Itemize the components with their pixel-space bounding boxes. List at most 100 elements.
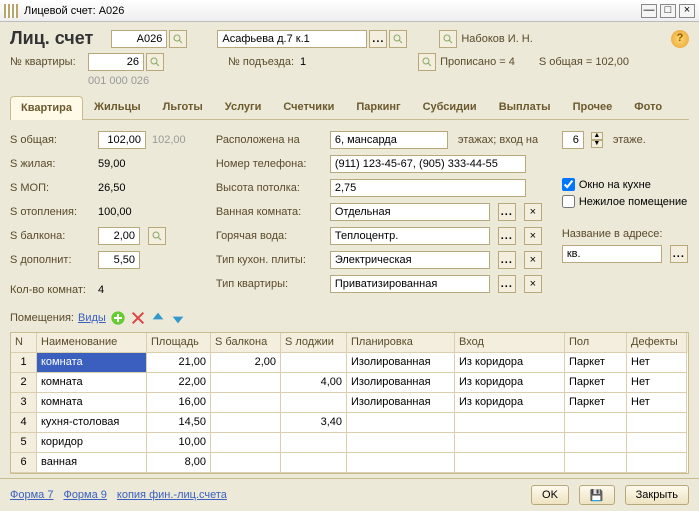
- tab-services[interactable]: Услуги: [214, 95, 273, 119]
- phone-input[interactable]: [330, 155, 526, 173]
- apttype-input[interactable]: [330, 275, 490, 293]
- located-input[interactable]: [330, 131, 448, 149]
- col-loggia[interactable]: S лоджии: [281, 333, 347, 353]
- form7-link[interactable]: Форма 7: [10, 489, 53, 501]
- owner-lookup-button[interactable]: [439, 30, 457, 48]
- entry-floor-spinner[interactable]: ▲▼: [591, 132, 603, 148]
- table-row[interactable]: 3комната16,00ИзолированнаяИз коридораПар…: [11, 393, 688, 413]
- move-up-icon[interactable]: [150, 310, 166, 326]
- nonres-checkbox[interactable]: [562, 195, 575, 208]
- views-link[interactable]: Виды: [78, 312, 106, 324]
- s-balcony-lookup[interactable]: [148, 227, 166, 245]
- stove-label: Тип кухон. плиты:: [216, 254, 324, 266]
- account-lookup-button[interactable]: [169, 30, 187, 48]
- col-floor[interactable]: Пол: [565, 333, 627, 353]
- s-total-input[interactable]: [98, 131, 146, 149]
- kitchen-window-checkbox[interactable]: [562, 178, 575, 191]
- floors-label: этажах; вход на: [458, 134, 538, 146]
- cell-floor: [565, 433, 627, 453]
- stove-pick[interactable]: ...: [498, 251, 516, 269]
- tab-payments[interactable]: Выплаты: [488, 95, 562, 119]
- col-entry[interactable]: Вход: [455, 333, 565, 353]
- hot-clear[interactable]: ×: [524, 227, 542, 245]
- help-button[interactable]: ?: [671, 30, 689, 48]
- footer-bar: Форма 7 Форма 9 копия фин.-лиц.счета OK …: [0, 478, 699, 511]
- delete-icon[interactable]: [130, 310, 146, 326]
- col-plan[interactable]: Планировка: [347, 333, 455, 353]
- tab-benefits[interactable]: Льготы: [152, 95, 214, 119]
- cell-name: кухня-столовая: [37, 413, 147, 433]
- address-lookup-button[interactable]: [389, 30, 407, 48]
- copy-link[interactable]: копия фин.-лиц.счета: [117, 489, 227, 501]
- col-balcony[interactable]: S балкона: [211, 333, 281, 353]
- close-button[interactable]: Закрыть: [625, 485, 689, 505]
- cell-entry: Из коридора: [455, 353, 565, 373]
- col-n[interactable]: N: [11, 333, 37, 353]
- move-down-icon[interactable]: [170, 310, 186, 326]
- address-input[interactable]: [217, 30, 367, 48]
- entry-floor-input[interactable]: [562, 131, 584, 149]
- s-living-label: S жилая:: [10, 158, 92, 170]
- minimize-button[interactable]: —: [641, 4, 657, 18]
- tab-residents[interactable]: Жильцы: [83, 95, 152, 119]
- col-area[interactable]: Площадь: [147, 333, 211, 353]
- tab-parking[interactable]: Паркинг: [345, 95, 411, 119]
- cell-balcony: [211, 453, 281, 473]
- maximize-button[interactable]: □: [660, 4, 676, 18]
- addrname-input[interactable]: [562, 245, 662, 263]
- close-window-button[interactable]: ×: [679, 4, 695, 18]
- table-row[interactable]: 6ванная8,00: [11, 453, 688, 473]
- apt-lookup-button[interactable]: [146, 53, 164, 71]
- addrname-label: Название в адресе:: [562, 228, 689, 240]
- tab-apartment[interactable]: Квартира: [10, 96, 83, 120]
- addrname-pick[interactable]: ...: [670, 245, 688, 263]
- cell-balcony: 2,00: [211, 353, 281, 373]
- table-row[interactable]: 5коридор10,00: [11, 433, 688, 453]
- stove-clear[interactable]: ×: [524, 251, 542, 269]
- bath-input[interactable]: [330, 203, 490, 221]
- tab-meters[interactable]: Счетчики: [272, 95, 345, 119]
- cell-balcony: [211, 413, 281, 433]
- kitchen-window-label: Окно на кухне: [579, 179, 651, 191]
- hot-input[interactable]: [330, 227, 490, 245]
- cell-n: 3: [11, 393, 37, 413]
- form9-link[interactable]: Форма 9: [63, 489, 106, 501]
- tab-subsidies[interactable]: Субсидии: [412, 95, 488, 119]
- cell-defects: Нет: [627, 373, 687, 393]
- s-extra-input[interactable]: [98, 251, 140, 269]
- cell-loggia: [281, 393, 347, 413]
- table-row[interactable]: 4кухня-столовая14,503,40: [11, 413, 688, 433]
- ceil-input[interactable]: [330, 179, 526, 197]
- apttype-clear[interactable]: ×: [524, 275, 542, 293]
- account-input[interactable]: [111, 30, 167, 48]
- registered-lookup-button[interactable]: [418, 53, 436, 71]
- entrance-value: 1: [300, 56, 306, 68]
- s-mop-label: S МОП:: [10, 182, 92, 194]
- tab-other[interactable]: Прочее: [562, 95, 624, 119]
- table-row[interactable]: 2комната22,004,00ИзолированнаяИз коридор…: [11, 373, 688, 393]
- cell-area: 14,50: [147, 413, 211, 433]
- cell-entry: [455, 433, 565, 453]
- apt-number-input[interactable]: [88, 53, 144, 71]
- save-icon-button[interactable]: 💾: [579, 485, 615, 505]
- stove-input[interactable]: [330, 251, 490, 269]
- area-total-label: S общая = 102,00: [539, 56, 629, 68]
- s-balcony-input[interactable]: [98, 227, 140, 245]
- ok-button[interactable]: OK: [531, 485, 569, 505]
- cell-defects: Нет: [627, 393, 687, 413]
- address-pick-button[interactable]: ...: [369, 30, 387, 48]
- add-icon[interactable]: [110, 310, 126, 326]
- table-row[interactable]: 1комната21,002,00ИзолированнаяИз коридор…: [11, 353, 688, 373]
- hot-pick[interactable]: ...: [498, 227, 516, 245]
- bath-pick[interactable]: ...: [498, 203, 516, 221]
- col-defects[interactable]: Дефекты: [627, 333, 687, 353]
- cell-loggia: 4,00: [281, 373, 347, 393]
- apttype-label: Тип квартиры:: [216, 278, 324, 290]
- cell-name: комната: [37, 373, 147, 393]
- apttype-pick[interactable]: ...: [498, 275, 516, 293]
- tab-photo[interactable]: Фото: [623, 95, 673, 119]
- bath-clear[interactable]: ×: [524, 203, 542, 221]
- col-name[interactable]: Наименование: [37, 333, 147, 353]
- entrance-label: № подъезда:: [228, 56, 294, 68]
- cell-name: ванная: [37, 453, 147, 473]
